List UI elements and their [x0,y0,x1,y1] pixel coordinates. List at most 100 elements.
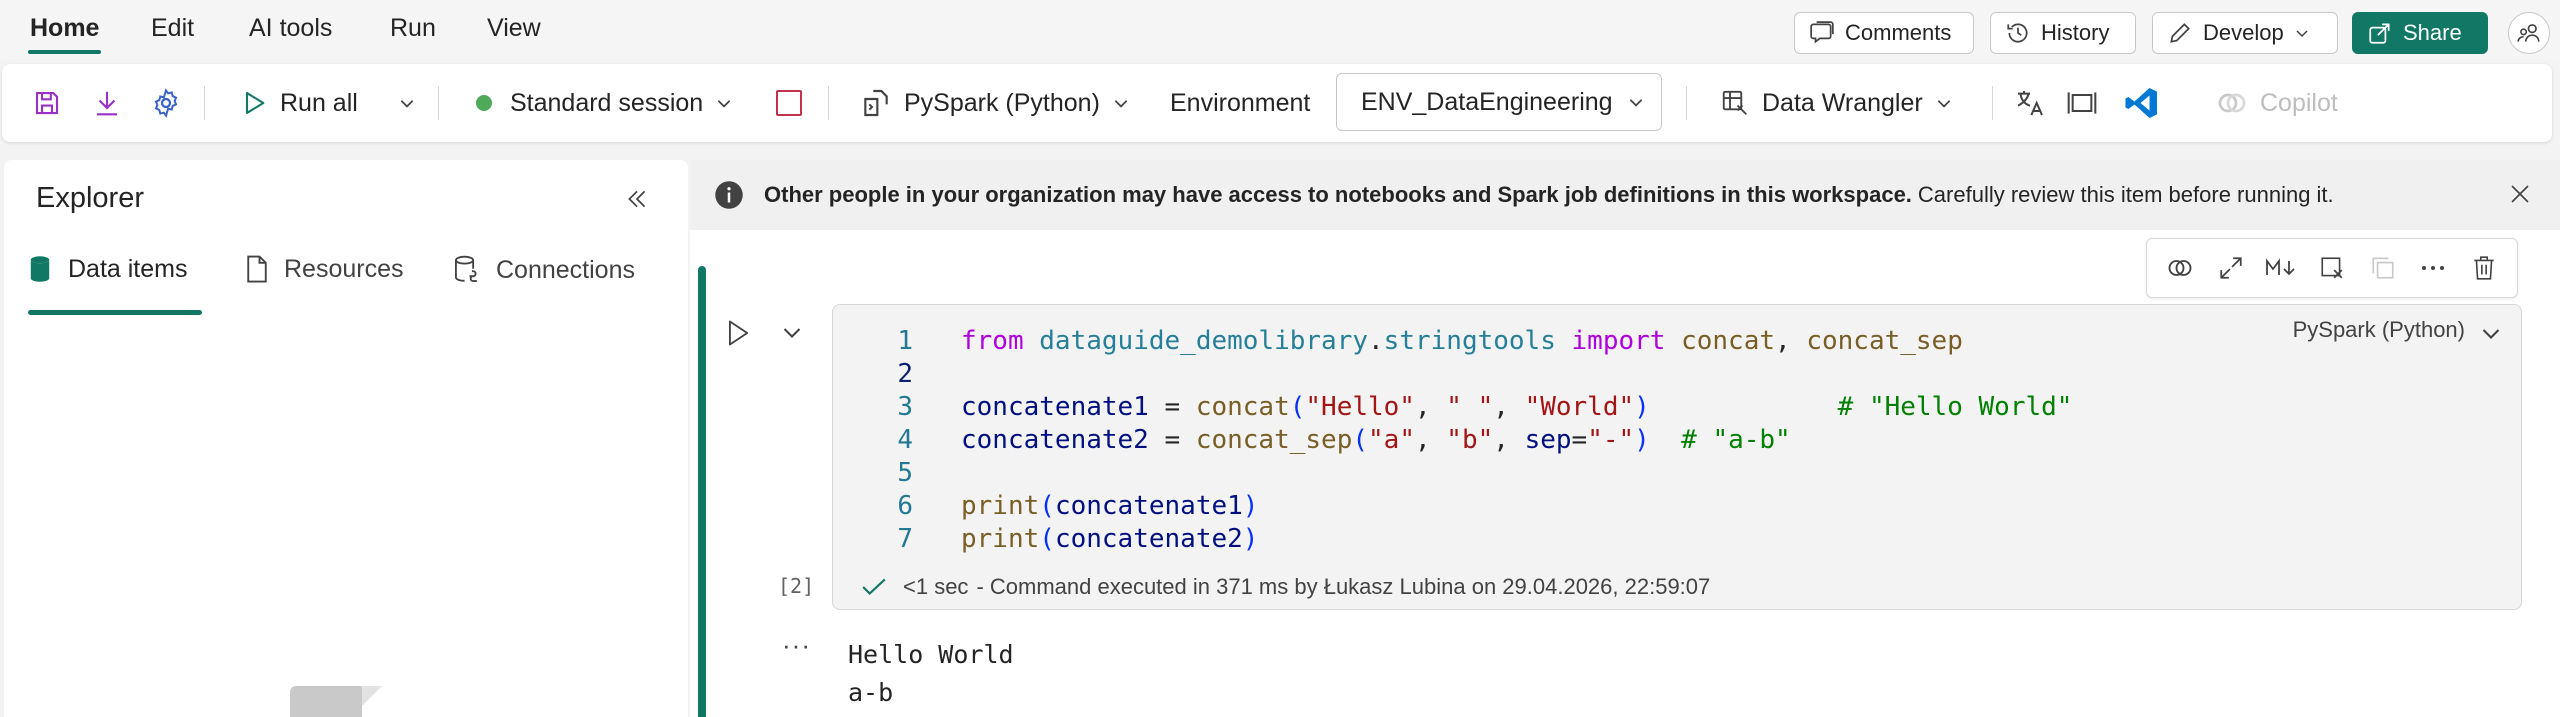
gear-icon [154,88,178,118]
active-cell-indicator [698,266,706,717]
translate-icon [2017,91,2043,116]
tab-connections[interactable]: Connections [452,254,635,286]
environment-selector[interactable]: ENV_DataEngineering [1336,73,1662,131]
tab-data-items-label: Data items [68,254,188,283]
comments-button[interactable]: Comments [1794,12,1974,54]
code-line: 6 print(concatenate1) [853,490,2072,523]
code-cell[interactable]: 1 from dataguide_demolibrary. stringtools … [832,304,2522,610]
chevron-down-icon [2482,329,2500,339]
clear-output-button[interactable] [2312,248,2352,288]
cell-language-dropdown[interactable] [2479,321,2503,350]
tab-resources[interactable]: Resources [244,254,404,284]
session-label: Standard session [510,88,704,117]
open-in-vscode-button[interactable] [2124,64,2160,142]
execution-count: [2] [778,574,815,598]
copilot-cell-button[interactable] [2160,248,2200,288]
clear-icon [2321,257,2343,279]
share-button[interactable]: Share [2352,12,2488,54]
line-number: 3 [897,392,913,422]
copilot-button[interactable]: Copilot [2216,64,2338,142]
cell-language[interactable]: PySpark (Python) [2293,317,2465,343]
code-line: 1 from dataguide_demolibrary. stringtools … [853,325,2072,358]
develop-label: Develop [2203,20,2284,45]
output-options-button[interactable]: ··· [782,630,811,661]
delete-cell-button[interactable] [2464,248,2504,288]
collapse-cell-button[interactable] [780,320,804,349]
toolbar-divider [828,86,829,120]
expand-icon [2220,257,2242,279]
share-label: Share [2403,20,2462,45]
duplicate-cell-button[interactable] [2363,248,2403,288]
code-line: 3 concatenate1 = concat("Hello", " ", "Wo… [853,391,2072,424]
close-banner-button[interactable] [2508,182,2532,211]
run-cell-button[interactable] [724,318,752,353]
session-status-dot [476,95,492,111]
toolbar-divider [204,86,205,120]
comments-label: Comments [1845,20,1952,45]
notebook-main: Other people in your organization may ha… [690,160,2560,717]
execution-duration: <1 sec [903,574,969,599]
develop-button[interactable]: Develop [2152,12,2338,54]
chevron-down-icon [400,100,414,108]
people-icon [2517,24,2540,42]
tab-edit[interactable]: Edit [151,14,194,43]
history-icon [2007,23,2028,43]
copilot-icon [2168,260,2192,276]
markdown-icon [2266,258,2296,276]
focus-mode-button[interactable] [2066,64,2098,142]
code-line: 4 concatenate2 = concat_sep("a", "b", sep… [853,424,2072,457]
download-icon [97,91,117,116]
run-all-button[interactable]: Run all [240,64,358,142]
session-selector[interactable]: Standard session [476,64,733,142]
stop-icon [776,90,802,116]
expand-cell-button[interactable] [2211,248,2251,288]
tab-home[interactable]: Home [30,14,99,43]
code-line: 2 [853,358,2072,391]
save-button[interactable] [32,64,62,142]
tab-connections-label: Connections [496,255,635,284]
code-editor[interactable]: 1 from dataguide_demolibrary. stringtools … [853,325,2072,556]
line-number: 1 [897,326,913,356]
line-number: 7 [897,524,913,554]
language-icon [864,89,888,117]
stop-session-button[interactable] [776,64,802,142]
execution-details: - Command executed in 371 ms by Łukasz L… [976,574,1711,599]
collapse-explorer-button[interactable] [624,186,650,217]
tab-ai-tools[interactable]: AI tools [249,14,332,43]
environment-label: Environment [1170,88,1311,117]
frame-icon [2067,92,2097,114]
data-wrangler-icon [1722,90,1747,115]
language-selector[interactable]: PySpark (Python) [860,64,1130,142]
active-tab-indicator [28,50,101,54]
tab-view[interactable]: View [487,14,541,43]
translate-button[interactable] [2014,64,2046,142]
cell-output: Hello World a-b [848,636,1014,712]
tab-data-items[interactable]: Data items [26,254,187,284]
run-all-dropdown[interactable] [398,64,416,142]
history-button[interactable]: History [1990,12,2136,54]
play-icon [245,92,265,114]
copy-icon [2371,257,2394,279]
line-number: 5 [897,458,913,488]
chevron-down-icon [783,328,801,338]
more-options-button[interactable] [2413,248,2453,288]
tab-run[interactable]: Run [390,14,436,43]
run-all-label: Run all [280,88,358,117]
markdown-toggle-button[interactable] [2261,248,2301,288]
tab-resources-label: Resources [284,254,404,283]
toolbar-divider [1686,86,1687,120]
language-label: PySpark (Python) [904,88,1100,117]
toolbar-divider [438,86,439,120]
settings-button[interactable] [150,64,182,142]
active-explorer-tab-indicator [28,310,202,315]
account-button[interactable] [2508,12,2550,54]
data-wrangler-button[interactable]: Data Wrangler [1720,64,1953,142]
play-icon [729,320,749,346]
output-line: a-b [848,678,894,707]
download-button[interactable] [92,64,122,142]
copilot-label: Copilot [2260,88,2338,117]
menu-bar: Home Edit AI tools Run View Comments His… [0,0,2560,60]
toolbar: Run all Standard session PySpark (Python… [2,64,2552,142]
close-icon [2511,185,2529,203]
info-banner: Other people in your organization may ha… [690,160,2560,230]
